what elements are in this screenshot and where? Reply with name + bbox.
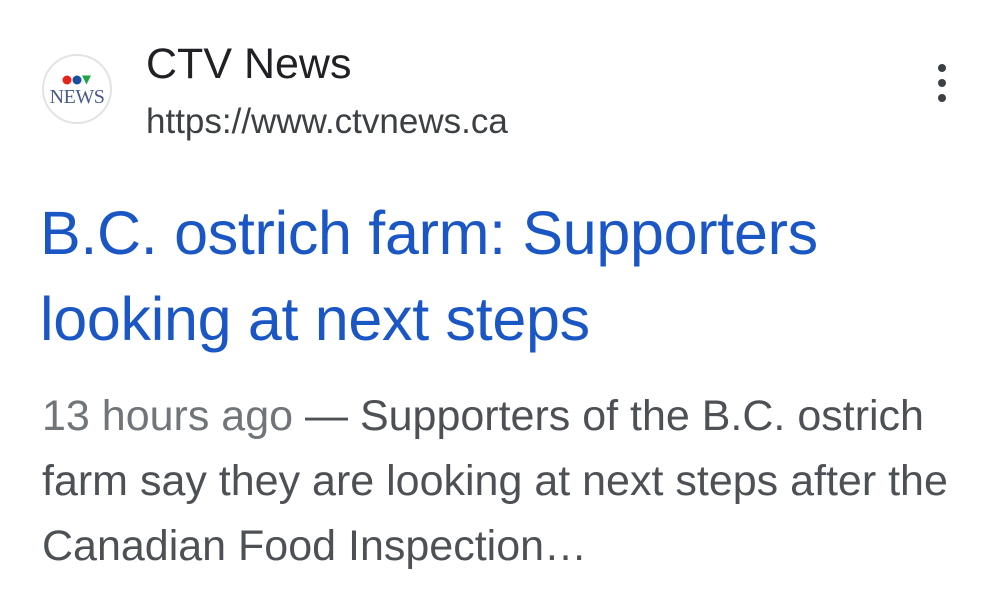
result-snippet: 13 hours ago — Supporters of the B.C. os…	[42, 384, 972, 579]
result-headline-link[interactable]: B.C. ostrich farm: Supporters looking at…	[40, 190, 960, 362]
more-vert-icon-dot	[938, 94, 946, 102]
ctv-news-logo-icon: NEWS	[42, 54, 112, 124]
more-vert-icon-dot	[938, 79, 946, 87]
ctv-logo-mark-icon	[62, 75, 91, 84]
snippet-separator: —	[293, 392, 360, 440]
source-url[interactable]: https://www.ctvnews.ca	[146, 100, 508, 144]
result-date: 13 hours ago	[42, 392, 294, 440]
more-options-button[interactable]	[924, 58, 960, 108]
favicon-text: NEWS	[49, 85, 105, 108]
search-result-card: NEWS CTV News https://www.ctvnews.ca B.C…	[0, 0, 1000, 595]
more-vert-icon-dot	[938, 64, 946, 72]
source-name[interactable]: CTV News	[146, 38, 351, 90]
source-row[interactable]: NEWS CTV News https://www.ctvnews.ca	[42, 38, 958, 148]
